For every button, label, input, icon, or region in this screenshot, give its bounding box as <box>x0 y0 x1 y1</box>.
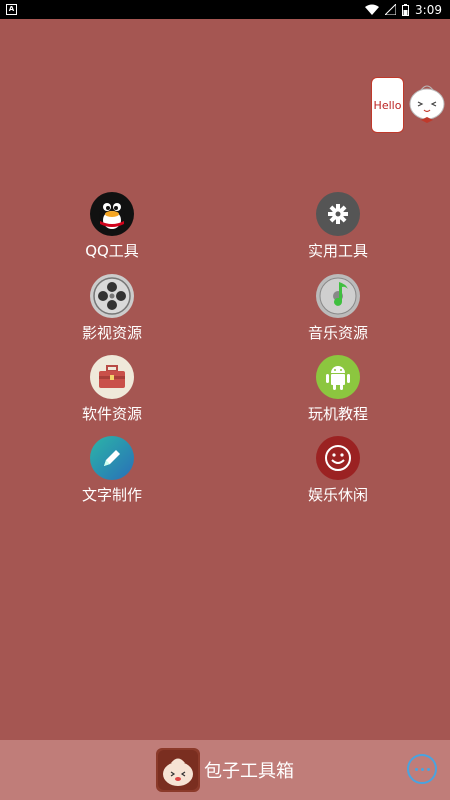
android-icon <box>316 355 360 399</box>
bottom-bar: 包子工具箱 <box>0 740 450 800</box>
wifi-icon <box>365 4 380 15</box>
notification-icon: A <box>6 4 17 15</box>
bun-logo-icon <box>156 748 200 792</box>
tile-label: 玩机教程 <box>307 405 368 423</box>
music-disc-icon <box>316 274 360 318</box>
tile-music-resources[interactable]: 音乐资源 <box>278 274 398 343</box>
signal-icon <box>385 4 397 15</box>
tile-entertainment[interactable]: 娱乐休闲 <box>278 436 398 505</box>
toolbox-icon <box>90 355 134 399</box>
more-dots-icon <box>414 767 418 771</box>
tile-phone-tutorials[interactable]: 玩机教程 <box>278 355 398 424</box>
status-bar: A 3:09 <box>0 0 450 19</box>
tile-label: 音乐资源 <box>307 324 368 342</box>
status-time: 3:09 <box>415 2 442 17</box>
gear-icon <box>316 192 360 236</box>
smiley-icon <box>316 436 360 480</box>
bun-mascot-icon[interactable] <box>407 80 447 128</box>
tile-label: 影视资源 <box>81 324 142 342</box>
tile-label: 娱乐休闲 <box>307 486 368 504</box>
tile-label: 文字制作 <box>81 486 142 504</box>
tile-qq-tools[interactable]: QQ工具 <box>52 192 172 261</box>
tile-label: QQ工具 <box>85 242 139 260</box>
tile-software-resources[interactable]: 软件资源 <box>52 355 172 424</box>
hello-text: Hello <box>373 98 402 112</box>
tile-label: 实用工具 <box>307 242 368 260</box>
pencil-icon <box>90 436 134 480</box>
app-brand[interactable]: 包子工具箱 <box>156 748 294 792</box>
hello-bubble[interactable]: Hello <box>371 77 404 133</box>
film-reel-icon <box>90 274 134 318</box>
tile-practical-tools[interactable]: 实用工具 <box>278 192 398 261</box>
tile-text-making[interactable]: 文字制作 <box>52 436 172 505</box>
battery-icon <box>402 3 410 16</box>
more-options-button[interactable] <box>407 754 437 784</box>
tile-film-resources[interactable]: 影视资源 <box>52 274 172 343</box>
tile-label: 软件资源 <box>81 405 142 423</box>
app-name: 包子工具箱 <box>204 761 294 782</box>
qq-penguin-icon <box>90 192 134 236</box>
